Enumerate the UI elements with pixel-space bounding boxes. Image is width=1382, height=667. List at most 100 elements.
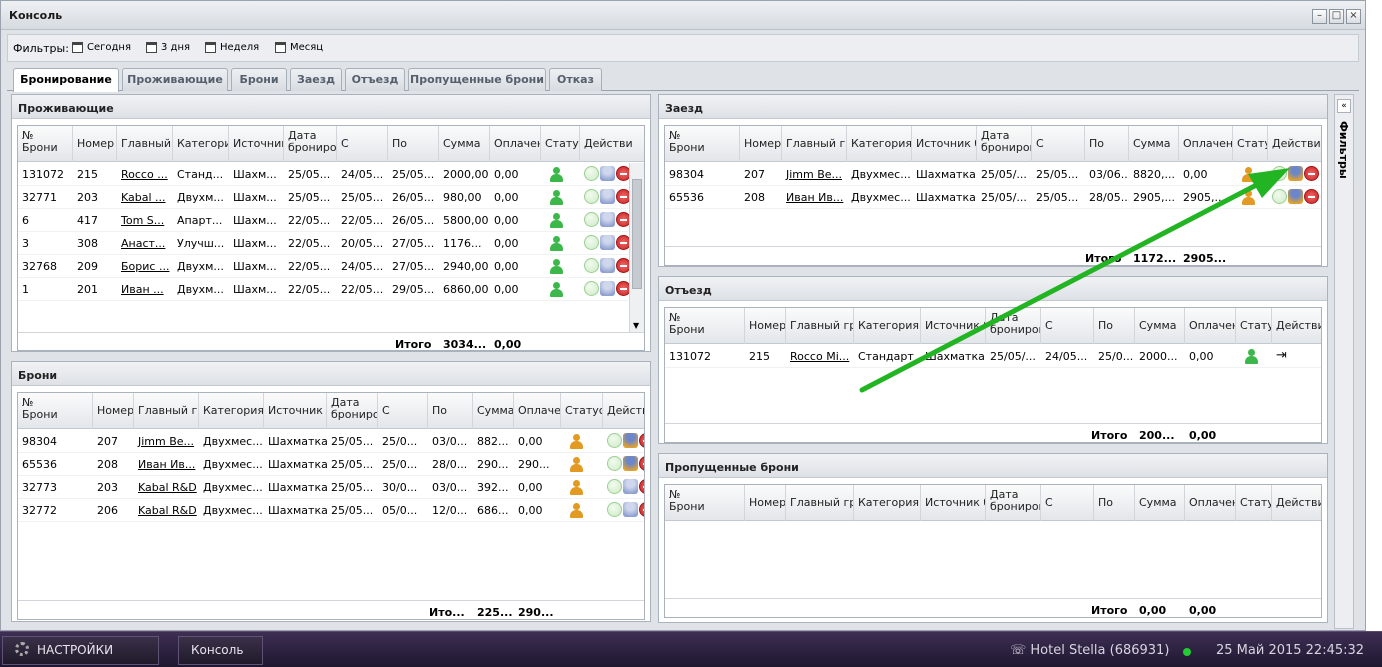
- table-row[interactable]: 65536 208 Иван Ив... Двухмес... Шахматка 25/0…: [665, 186, 1321, 209]
- column-header[interactable]: Главный гру: [786, 485, 854, 521]
- column-header[interactable]: Источник бр: [921, 485, 986, 521]
- column-header[interactable]: Сумма: [473, 393, 514, 429]
- column-header[interactable]: По: [1085, 126, 1129, 162]
- collapse-icon[interactable]: «: [1337, 99, 1351, 113]
- confirm-icon[interactable]: [584, 212, 599, 227]
- guest-link[interactable]: Kabal ...: [117, 191, 173, 204]
- filter-3days-button[interactable]: 3 дня: [146, 42, 190, 53]
- tab-refusal[interactable]: Отказ: [549, 68, 602, 91]
- vertical-scrollbar[interactable]: ▼: [629, 163, 644, 332]
- maximize-button[interactable]: □: [1329, 9, 1344, 24]
- column-header[interactable]: Действи: [1268, 126, 1321, 162]
- guest-link[interactable]: Rocco Mi...: [786, 350, 854, 363]
- column-header[interactable]: Категория: [847, 126, 912, 162]
- column-header[interactable]: Статус: [541, 126, 580, 162]
- scroll-down-icon[interactable]: ▼: [633, 321, 639, 330]
- column-header[interactable]: Категория: [199, 393, 264, 429]
- checkin-user-icon[interactable]: [600, 189, 615, 204]
- column-header[interactable]: С: [337, 126, 388, 162]
- column-header[interactable]: Статус: [1233, 126, 1268, 162]
- column-header[interactable]: Категория: [854, 485, 921, 521]
- column-header[interactable]: Главный гру: [786, 308, 854, 344]
- column-header[interactable]: № Брони: [665, 308, 745, 344]
- column-header[interactable]: Номер: [93, 393, 134, 429]
- column-header[interactable]: Номер: [73, 126, 117, 162]
- guest-link[interactable]: Kabal R&D: [134, 481, 199, 494]
- column-header[interactable]: Датаброниров: [977, 126, 1032, 162]
- tab-checkout[interactable]: Отъезд: [345, 68, 405, 91]
- table-row[interactable]: 65536 208 Иван Ив... Двухмес... Шахматка 25/0…: [18, 453, 644, 476]
- confirm-icon[interactable]: [1272, 166, 1287, 181]
- column-header[interactable]: Сумма: [439, 126, 490, 162]
- column-header[interactable]: Сумма: [1129, 126, 1179, 162]
- cancel-icon[interactable]: [639, 479, 644, 494]
- checkin-user-icon[interactable]: [600, 281, 615, 296]
- column-header[interactable]: Оплачен: [490, 126, 541, 162]
- column-header[interactable]: Датаброниров: [986, 485, 1041, 521]
- column-header[interactable]: Оплачен: [1185, 485, 1236, 521]
- column-header[interactable]: Оплачен: [1185, 308, 1236, 344]
- column-header[interactable]: Действи: [580, 126, 644, 162]
- column-header[interactable]: Действи: [1272, 485, 1321, 521]
- guest-link[interactable]: Rocco ...: [117, 168, 173, 181]
- table-row[interactable]: 6 417 Tom S... Апарт... Шахм... 22/05... 22/05…: [18, 209, 631, 232]
- column-header[interactable]: Датаброниров: [327, 393, 378, 429]
- checkin-user-icon[interactable]: [623, 479, 638, 494]
- guest-link[interactable]: Иван Ив...: [782, 191, 847, 204]
- column-header[interactable]: Главный гр: [782, 126, 847, 162]
- checkin-user-icon[interactable]: [623, 433, 638, 448]
- filter-today-button[interactable]: Сегодня: [72, 42, 131, 53]
- tab-missed[interactable]: Пропущенные брони: [408, 68, 546, 91]
- confirm-icon[interactable]: [584, 166, 599, 181]
- checkin-user-icon[interactable]: [600, 166, 615, 181]
- column-header[interactable]: № Брони: [665, 126, 740, 162]
- cancel-icon[interactable]: [1304, 189, 1319, 204]
- cancel-icon[interactable]: [639, 456, 644, 471]
- tab-booking[interactable]: Бронирование: [13, 68, 119, 92]
- column-header[interactable]: С: [1041, 308, 1094, 344]
- column-header[interactable]: Статус: [561, 393, 603, 429]
- cancel-icon[interactable]: [639, 502, 644, 517]
- confirm-icon[interactable]: [584, 235, 599, 250]
- checkin-user-icon[interactable]: [1288, 189, 1303, 204]
- confirm-icon[interactable]: [584, 258, 599, 273]
- tab-bookings[interactable]: Брони: [231, 68, 287, 91]
- confirm-icon[interactable]: [1272, 189, 1287, 204]
- filter-month-button[interactable]: Месяц: [275, 42, 323, 53]
- close-button[interactable]: ×: [1346, 9, 1361, 24]
- guest-link[interactable]: Анаст...: [117, 237, 173, 250]
- table-row[interactable]: 98304 207 Jimm Be... Двухмес... Шахматка 25/0…: [18, 430, 644, 453]
- table-row[interactable]: 32771 203 Kabal ... Двухм... Шахм... 25/05...…: [18, 186, 631, 209]
- cancel-icon[interactable]: [639, 433, 644, 448]
- table-row[interactable]: 131072 215 Rocco Mi... Стандарт Шахматка 25/0…: [665, 345, 1321, 368]
- confirm-icon[interactable]: [584, 281, 599, 296]
- confirm-icon[interactable]: [607, 433, 622, 448]
- checkin-user-icon[interactable]: [600, 258, 615, 273]
- tab-residents[interactable]: Проживающие: [122, 68, 228, 91]
- filters-side-panel[interactable]: « Фильтры: [1334, 94, 1354, 629]
- settings-button[interactable]: НАСТРОЙКИ: [2, 636, 159, 665]
- table-row[interactable]: 3 308 Анаст... Улучш... Шахм... 22/05... 20/05…: [18, 232, 631, 255]
- confirm-icon[interactable]: [607, 456, 622, 471]
- column-header[interactable]: С: [378, 393, 428, 429]
- column-header[interactable]: Категория: [854, 308, 921, 344]
- column-header[interactable]: Главный г: [117, 126, 173, 162]
- column-header[interactable]: Действи: [1272, 308, 1321, 344]
- table-row[interactable]: 1 201 Иван ... Двухм... Шахм... 22/05... 22/05…: [18, 278, 631, 301]
- guest-link[interactable]: Иван ...: [117, 283, 173, 296]
- cancel-icon[interactable]: [1304, 166, 1319, 181]
- console-taskbar-button[interactable]: Консоль: [178, 636, 263, 665]
- column-header[interactable]: По: [428, 393, 473, 429]
- column-header[interactable]: Датаброниров: [284, 126, 337, 162]
- filter-week-button[interactable]: Неделя: [205, 42, 259, 53]
- column-header[interactable]: Источник бр: [921, 308, 986, 344]
- guest-link[interactable]: Jimm Be...: [782, 168, 847, 181]
- column-header[interactable]: Сумма: [1135, 485, 1185, 521]
- checkin-user-icon[interactable]: [1288, 166, 1303, 181]
- column-header[interactable]: Оплачен: [1179, 126, 1233, 162]
- guest-link[interactable]: Jimm Be...: [134, 435, 199, 448]
- column-header[interactable]: Номер: [745, 485, 786, 521]
- table-row[interactable]: 98304 207 Jimm Be... Двухмес... Шахматка 25/0…: [665, 163, 1321, 186]
- checkin-user-icon[interactable]: [600, 235, 615, 250]
- column-header[interactable]: По: [1094, 485, 1135, 521]
